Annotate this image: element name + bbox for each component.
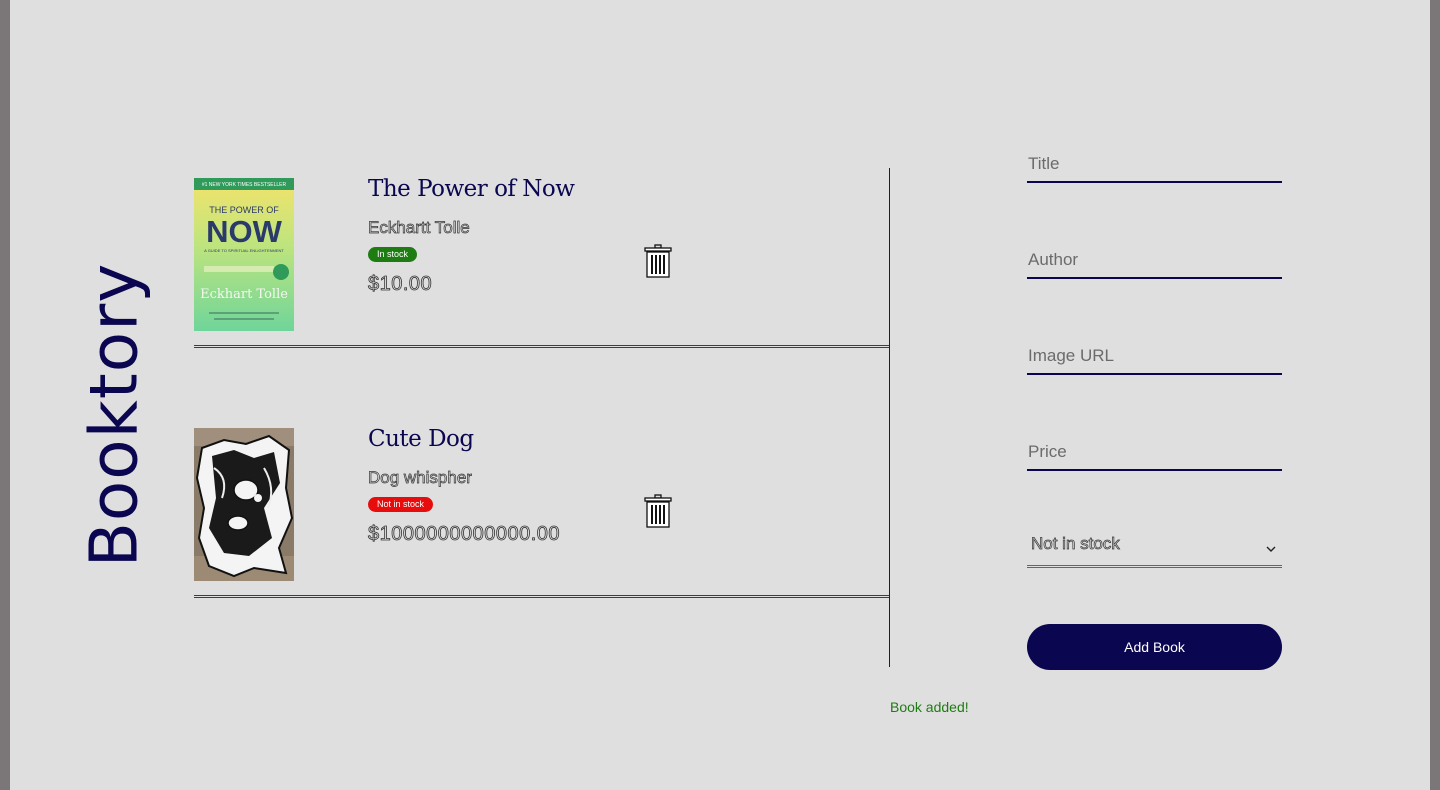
image-url-field bbox=[1027, 346, 1282, 375]
cover-author: Eckhart Tolle bbox=[200, 287, 288, 302]
book-card: Cute Dog Dog whispher Not in stock $1000… bbox=[194, 420, 889, 598]
author-field bbox=[1027, 250, 1282, 279]
stock-select-value: Not in stock bbox=[1031, 534, 1121, 554]
chevron-down-icon bbox=[1266, 541, 1276, 552]
book-cover-image: #1 NEW YORK TIMES BESTSELLER THE POWER O… bbox=[194, 178, 294, 331]
trash-icon[interactable] bbox=[644, 494, 672, 528]
price-field bbox=[1027, 442, 1282, 471]
book-price: $10.00 bbox=[368, 273, 433, 296]
author-input[interactable] bbox=[1027, 250, 1282, 277]
brand-title: Booktory bbox=[75, 262, 153, 568]
vertical-divider bbox=[889, 168, 890, 667]
add-book-button[interactable]: Add Book bbox=[1027, 624, 1282, 670]
book-card: #1 NEW YORK TIMES BESTSELLER THE POWER O… bbox=[194, 170, 889, 348]
cover-line2: NOW bbox=[206, 214, 283, 249]
stock-select[interactable]: Not in stock bbox=[1027, 527, 1282, 568]
status-message: Book added! bbox=[890, 699, 969, 715]
trash-icon[interactable] bbox=[644, 244, 672, 278]
book-author: Eckhartt Tolle bbox=[368, 218, 470, 238]
stock-badge: In stock bbox=[368, 247, 418, 262]
page: Booktory #1 NEW YORK TIMES BESTSELLER TH… bbox=[10, 0, 1430, 790]
title-input[interactable] bbox=[1027, 154, 1282, 181]
cover-banner: #1 NEW YORK TIMES BESTSELLER bbox=[202, 182, 287, 188]
price-input[interactable] bbox=[1027, 442, 1282, 469]
book-author: Dog whispher bbox=[368, 468, 473, 488]
stock-badge: Not in stock bbox=[368, 497, 434, 512]
book-price: $1000000000000.00 bbox=[368, 523, 561, 546]
image-url-input[interactable] bbox=[1027, 346, 1282, 373]
book-cover-image bbox=[194, 428, 294, 581]
book-title: Cute Dog bbox=[368, 426, 474, 452]
cover-subtitle: A GUIDE TO SPIRITUAL ENLIGHTENMENT bbox=[204, 248, 284, 253]
book-title: The Power of Now bbox=[368, 176, 575, 202]
title-field bbox=[1027, 154, 1282, 183]
